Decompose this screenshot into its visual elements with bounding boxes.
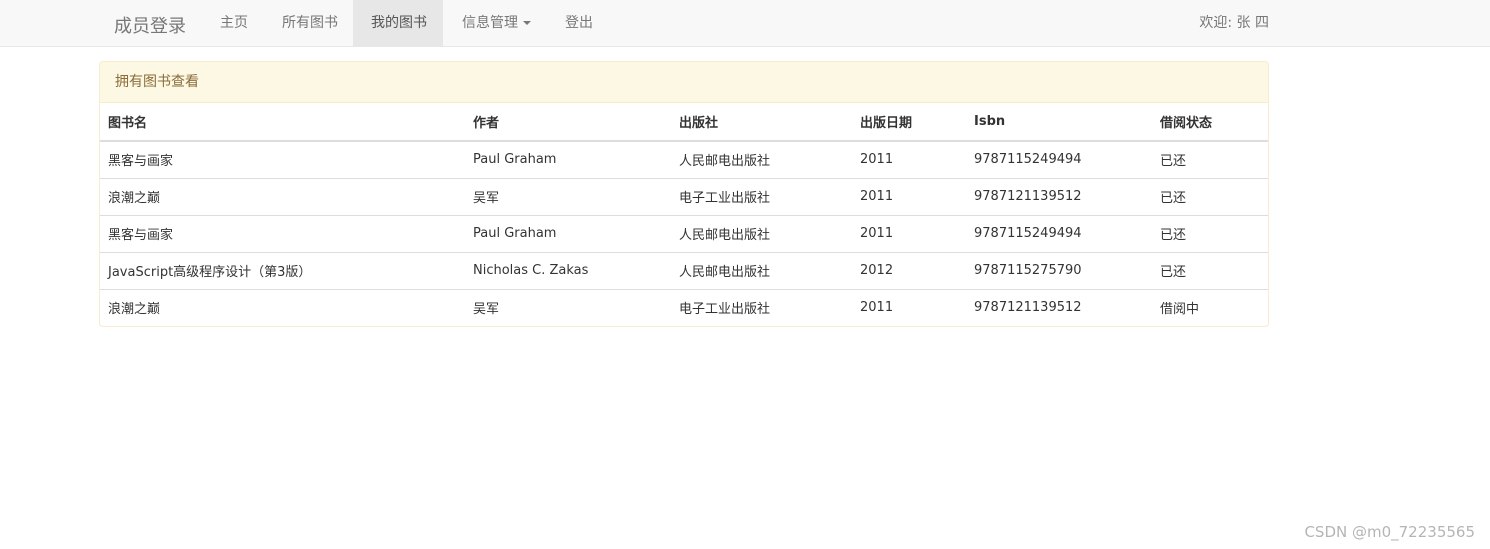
table-row: 黑客与画家 Paul Graham 人民邮电出版社 2011 978711524…	[100, 214, 1268, 252]
welcome-text: 欢迎: 张 四	[1199, 15, 1269, 31]
nav-item-my-books-label: 我的图书	[371, 15, 427, 31]
cell-author: 吴军	[465, 177, 671, 215]
column-header-author: 作者	[465, 103, 671, 142]
cell-borrow-status: 已还	[1152, 177, 1268, 215]
navbar-brand[interactable]: 成员登录	[114, 12, 186, 38]
cell-publish-date: 2012	[852, 251, 966, 289]
cell-author: Paul Graham	[473, 152, 557, 168]
cell-author: Paul Graham	[465, 214, 671, 252]
table-row: 黑客与画家 Paul Graham 人民邮电出版社 2011 978711524…	[100, 141, 1268, 178]
cell-publisher: 人民邮电出版社	[679, 154, 771, 170]
nav-item-info-management-label: 信息管理	[462, 15, 518, 31]
books-panel: 拥有图书查看 图书名 作者 出版社 出版日期 Isbn 借阅状态 黑客与画家 P…	[99, 61, 1269, 327]
column-header-isbn: Isbn	[966, 103, 1152, 142]
cell-borrow-status: 已还	[1152, 214, 1268, 252]
cell-publish-date: 2011	[852, 177, 966, 215]
cell-publisher: 人民邮电出版社	[671, 214, 852, 252]
books-table: 图书名 作者 出版社 出版日期 Isbn 借阅状态 黑客与画家 Paul Gra…	[100, 103, 1268, 326]
table-row: 浪潮之巅 吴军 电子工业出版社 2011 9787121139512 借阅中	[100, 288, 1268, 326]
nav-item-all-books[interactable]: 所有图书	[267, 0, 353, 47]
panel-heading: 拥有图书查看	[100, 62, 1268, 103]
cell-borrow-status: 已还	[1160, 154, 1187, 170]
nav-item-my-books[interactable]: 我的图书	[353, 0, 443, 47]
cell-publish-date: 2011	[852, 288, 966, 326]
cell-isbn: 9787121139512	[966, 288, 1152, 326]
cell-publisher: 电子工业出版社	[671, 177, 852, 215]
cell-isbn: 9787121139512	[966, 177, 1152, 215]
column-header-publisher: 出版社	[671, 103, 852, 142]
chevron-down-icon	[523, 21, 531, 25]
cell-isbn: 9787115275790	[966, 251, 1152, 289]
cell-publisher: 人民邮电出版社	[671, 251, 852, 289]
csdn-watermark: CSDN @m0_72235565	[1304, 523, 1475, 541]
table-row: JavaScript高级程序设计（第3版） Nicholas C. Zakas …	[100, 251, 1268, 289]
cell-author: 吴军	[465, 288, 671, 326]
cell-title: 浪潮之巅	[100, 177, 465, 215]
nav-item-home-label: 主页	[220, 15, 248, 31]
cell-borrow-status: 已还	[1152, 251, 1268, 289]
cell-title: JavaScript高级程序设计（第3版）	[100, 251, 465, 289]
column-header-publish-date: 出版日期	[852, 103, 966, 142]
nav-item-home[interactable]: 主页	[205, 0, 263, 47]
cell-publish-date: 2011	[852, 214, 966, 252]
cell-publish-date: 2011	[860, 152, 894, 168]
top-navbar: 成员登录 主页 所有图书 我的图书 信息管理 登出 欢迎: 张 四	[0, 0, 1490, 47]
table-row: 浪潮之巅 吴军 电子工业出版社 2011 9787121139512 已还	[100, 177, 1268, 215]
nav-item-all-books-label: 所有图书	[282, 15, 338, 31]
table-header-row: 图书名 作者 出版社 出版日期 Isbn 借阅状态	[100, 103, 1268, 142]
cell-title: 浪潮之巅	[100, 288, 465, 326]
cell-isbn: 9787115249494	[974, 152, 1082, 168]
column-header-title: 图书名	[100, 103, 465, 142]
nav-item-logout[interactable]: 登出	[550, 0, 608, 47]
cell-publisher: 电子工业出版社	[671, 288, 852, 326]
nav-item-logout-label: 登出	[565, 15, 593, 31]
cell-title: 黑客与画家	[108, 154, 174, 170]
column-header-borrow-status: 借阅状态	[1152, 103, 1268, 142]
cell-borrow-status: 借阅中	[1152, 288, 1268, 326]
cell-author: Nicholas C. Zakas	[465, 251, 671, 289]
cell-title: 黑客与画家	[100, 214, 465, 252]
cell-isbn: 9787115249494	[966, 214, 1152, 252]
nav-item-info-management[interactable]: 信息管理	[447, 0, 546, 47]
